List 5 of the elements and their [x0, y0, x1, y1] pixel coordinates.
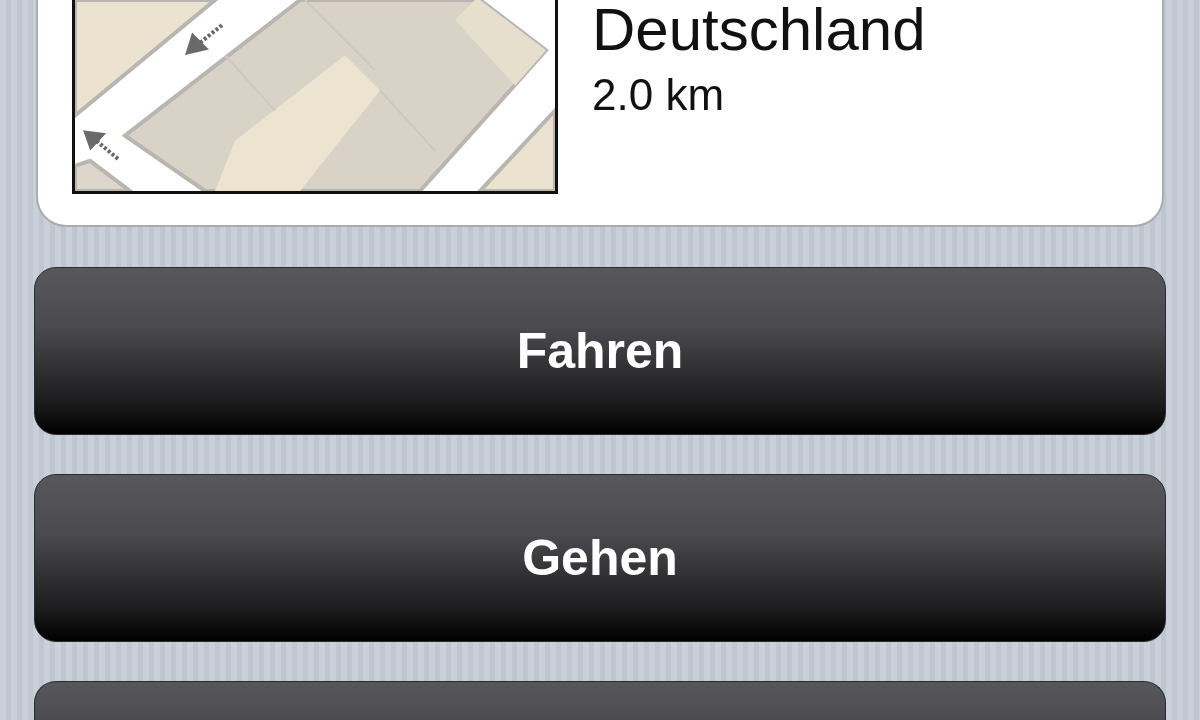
cut-off-button[interactable] [34, 681, 1166, 720]
route-button[interactable]: Gehen [34, 474, 1166, 642]
address-text: Deutschland [592, 0, 926, 60]
route-button[interactable]: Fahren [34, 267, 1166, 435]
distance-text: 2.0 km [592, 73, 725, 117]
